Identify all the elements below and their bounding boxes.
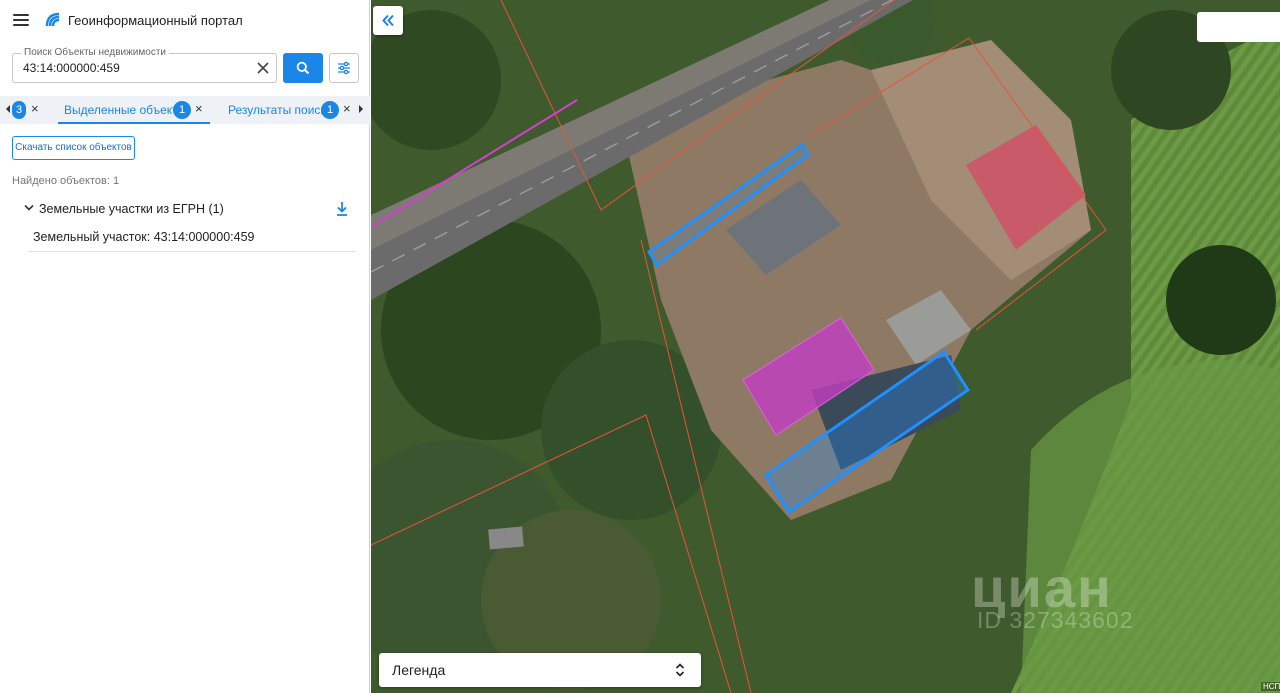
filter-button[interactable] xyxy=(329,53,359,83)
sidebar: Геоинформационный портал Поиск Объекты н… xyxy=(0,0,370,693)
clear-icon[interactable] xyxy=(255,60,271,76)
result-item-label: Земельный участок: 43:14:000000:459 xyxy=(33,230,255,244)
unfold-icon xyxy=(675,663,685,677)
tab-selected-objects-close[interactable]: × xyxy=(195,102,203,116)
tab-bar: 3 × Выделенные объекты 1 × Результаты по… xyxy=(0,96,370,124)
tab-search-results[interactable]: Результаты поиска xyxy=(228,103,333,117)
tab-badge-partial: 3 xyxy=(12,101,26,119)
collapse-panel-button[interactable] xyxy=(373,6,403,35)
search-input[interactable] xyxy=(23,61,253,75)
tabs-scroll-left[interactable] xyxy=(6,105,10,113)
egrn-parcels-group[interactable]: Земельные участки из ЕГРН (1) xyxy=(24,201,359,221)
download-list-button[interactable]: Скачать список объектов xyxy=(12,136,135,160)
search-icon xyxy=(296,61,310,75)
search-button[interactable] xyxy=(283,53,323,83)
map-attribution: НСП xyxy=(1261,682,1280,691)
tab-selected-objects-badge: 1 xyxy=(173,101,191,119)
list-item[interactable]: Земельный участок: 43:14:000000:459 xyxy=(28,225,356,252)
map-control-box[interactable] xyxy=(1197,12,1280,42)
tab-close-partial[interactable]: × xyxy=(31,102,39,116)
watermark-id: ID 327343602 xyxy=(977,607,1134,633)
tab-selected-objects[interactable]: Выделенные объекты xyxy=(64,103,186,117)
group-label: Земельные участки из ЕГРН (1) xyxy=(39,202,224,216)
chevron-down-icon xyxy=(24,204,34,211)
tabs-scroll-right[interactable] xyxy=(359,105,363,113)
search-field[interactable]: Поиск Объекты недвижимости xyxy=(12,47,277,83)
double-chevron-left-icon xyxy=(382,14,394,27)
header: Геоинформационный портал xyxy=(0,0,370,42)
app-title: Геоинформационный портал xyxy=(68,13,243,28)
found-count: Найдено объектов: 1 xyxy=(12,175,120,187)
search-label: Поиск Объекты недвижимости xyxy=(21,47,169,58)
active-tab-indicator xyxy=(58,122,210,124)
legend-dropdown[interactable]: Легенда xyxy=(379,653,701,687)
download-icon[interactable] xyxy=(335,201,349,217)
tab-search-results-badge: 1 xyxy=(321,101,339,119)
map-view[interactable]: циан ID 327343602 Легенда НСП xyxy=(371,0,1280,693)
logo-icon xyxy=(45,12,60,27)
tab-search-results-close[interactable]: × xyxy=(343,102,351,116)
menu-icon[interactable] xyxy=(13,14,29,26)
legend-label: Легенда xyxy=(392,662,446,678)
satellite-imagery xyxy=(371,0,1280,693)
filter-icon xyxy=(338,61,350,75)
